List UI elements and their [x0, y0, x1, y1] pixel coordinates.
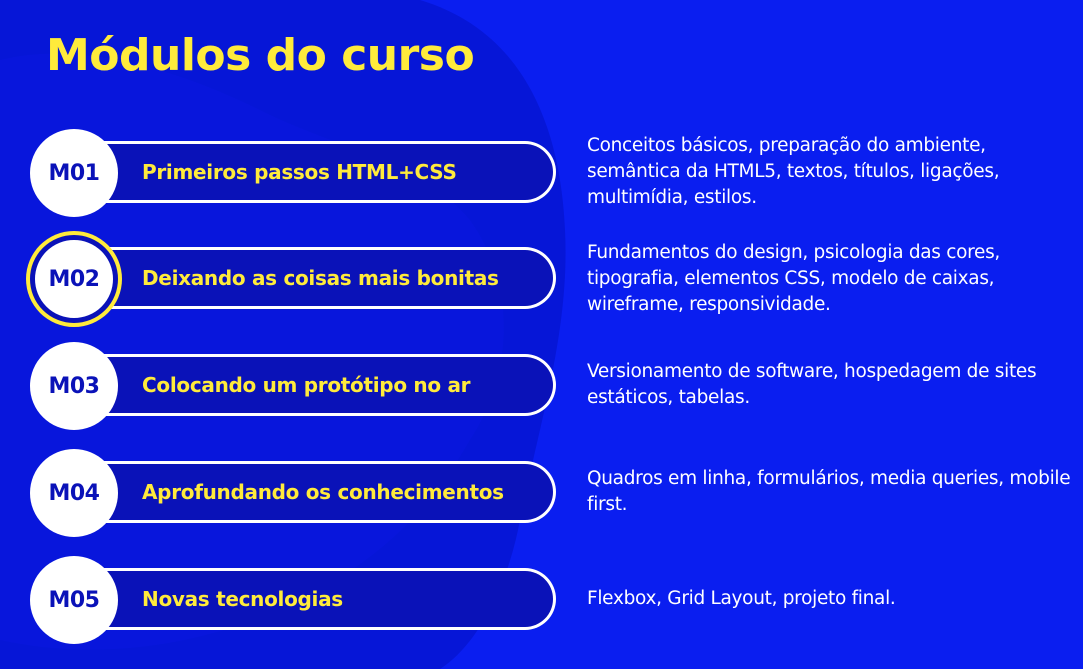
module-title: Primeiros passos HTML+CSS	[142, 160, 457, 184]
module-badge: M01	[30, 129, 118, 217]
module-description: Conceitos básicos, preparação do ambient…	[587, 135, 1000, 208]
module-title: Deixando as coisas mais bonitas	[142, 266, 499, 290]
module-badge-highlighted: M02	[30, 235, 118, 323]
module-badge: M04	[30, 449, 118, 537]
module-title: Colocando um protótipo no ar	[142, 373, 471, 397]
module-title: Aprofundando os conhecimentos	[142, 480, 504, 504]
module-description: Quadros em linha, formulários, media que…	[587, 468, 1071, 515]
module-description: Fundamentos do design, psicologia das co…	[587, 242, 1001, 315]
module-description: Flexbox, Grid Layout, projeto final.	[587, 588, 896, 609]
module-badge: M03	[30, 342, 118, 430]
module-badge: M05	[30, 556, 118, 644]
module-description: Versionamento de software, hospedagem de…	[587, 361, 1037, 408]
page-title: Módulos do curso	[46, 30, 475, 81]
module-title: Novas tecnologias	[142, 587, 343, 611]
